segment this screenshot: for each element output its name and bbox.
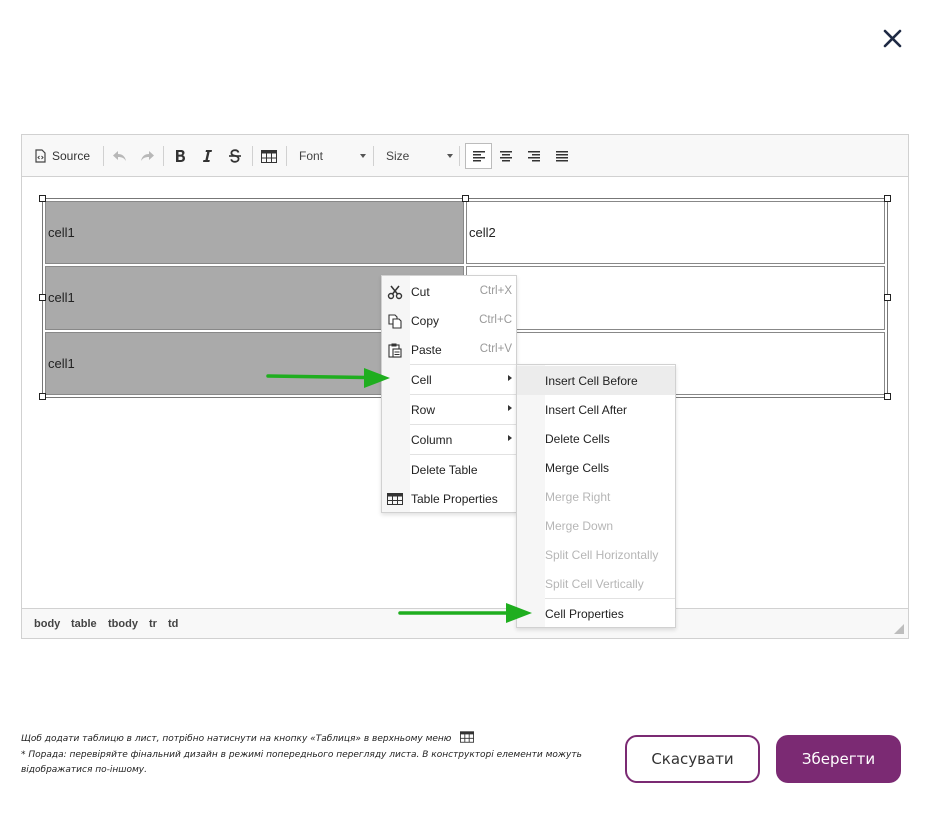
save-button[interactable]: Зберегти <box>776 735 901 783</box>
source-icon <box>35 149 46 163</box>
resize-handle[interactable] <box>39 195 46 202</box>
submenu-item-insert-cell-after[interactable]: Insert Cell After <box>517 395 675 424</box>
resize-handle[interactable] <box>39 393 46 400</box>
path-item-table[interactable]: table <box>71 618 97 630</box>
source-button[interactable]: Source <box>34 144 98 168</box>
justify-button[interactable] <box>550 144 574 168</box>
resize-handle[interactable] <box>884 294 891 301</box>
annotation-arrow-icon <box>398 603 532 623</box>
close-icon <box>883 29 902 48</box>
strikethrough-button[interactable] <box>223 144 247 168</box>
table-icon <box>460 731 475 743</box>
resize-grip-icon[interactable] <box>894 624 904 634</box>
path-item-body[interactable]: body <box>34 618 60 630</box>
menu-item-table-properties[interactable]: Table Properties <box>382 484 516 513</box>
font-select[interactable]: Font <box>299 144 369 168</box>
align-right-icon <box>528 151 540 162</box>
menu-item-column[interactable]: Column <box>382 425 516 454</box>
table-cell[interactable]: cell1 <box>45 201 464 265</box>
strikethrough-icon <box>229 149 241 163</box>
cancel-button[interactable]: Скасувати <box>625 735 760 783</box>
menu-item-cell[interactable]: Cell <box>382 365 516 394</box>
submenu-item-merge-right: Merge Right <box>545 490 611 504</box>
submenu-item-split-vertically: Split Cell Vertically <box>545 577 644 591</box>
size-select-label: Size <box>386 149 410 163</box>
menu-item-copy[interactable]: Copy Ctrl+C <box>382 306 516 335</box>
table-cell[interactable] <box>466 266 885 330</box>
submenu-item-merge-down: Merge Down <box>545 519 614 533</box>
chevron-down-icon <box>447 154 453 158</box>
path-item-tr[interactable]: tr <box>149 618 157 630</box>
menu-item-paste[interactable]: Paste Ctrl+V <box>382 335 516 364</box>
align-left-button[interactable] <box>465 143 492 169</box>
align-center-button[interactable] <box>494 144 518 168</box>
align-left-icon <box>472 151 485 162</box>
menu-item-row[interactable]: Row <box>382 395 516 424</box>
resize-handle[interactable] <box>884 195 891 202</box>
font-select-label: Font <box>299 149 324 163</box>
context-menu: Cut Ctrl+X Copy Ctrl+C Paste Ctrl+V Cell… <box>381 275 517 513</box>
chevron-right-icon <box>508 435 512 441</box>
undo-button[interactable] <box>108 144 132 168</box>
menu-item-delete-table[interactable]: Delete Table <box>382 455 516 484</box>
resize-handle[interactable] <box>39 294 46 301</box>
source-label: Source <box>52 149 91 163</box>
path-item-tbody[interactable]: tbody <box>108 618 138 630</box>
italic-button[interactable] <box>195 144 219 168</box>
copy-icon <box>388 314 402 329</box>
footer-note-tip: * Порада: перевіряйте фінальний дизайн в… <box>21 750 582 775</box>
table-cell[interactable]: cell2 <box>466 201 885 265</box>
redo-button[interactable] <box>135 144 159 168</box>
align-center-icon <box>500 151 512 162</box>
resize-handle[interactable] <box>884 393 891 400</box>
justify-icon <box>556 151 568 162</box>
bold-icon <box>176 150 185 162</box>
undo-icon <box>113 151 126 161</box>
scissors-icon <box>387 285 403 300</box>
size-select[interactable]: Size <box>386 144 456 168</box>
submenu-item-merge-cells[interactable]: Merge Cells <box>517 453 675 482</box>
paste-icon <box>388 343 402 358</box>
cell-submenu: Insert Cell Before Insert Cell After Del… <box>516 364 676 628</box>
table-icon <box>387 493 403 505</box>
table-row: cell1 cell2 <box>45 201 885 265</box>
menu-item-cut[interactable]: Cut Ctrl+X <box>382 277 516 306</box>
resize-handle[interactable] <box>462 195 469 202</box>
align-right-button[interactable] <box>522 144 546 168</box>
submenu-item-cell-properties[interactable]: Cell Properties <box>517 599 675 628</box>
italic-icon <box>203 150 212 162</box>
path-item-td[interactable]: td <box>168 618 178 630</box>
submenu-item-delete-cells[interactable]: Delete Cells <box>517 424 675 453</box>
submenu-item-split-horizontally: Split Cell Horizontally <box>545 548 659 562</box>
table-button[interactable] <box>257 144 281 168</box>
chevron-right-icon <box>508 405 512 411</box>
submenu-item-insert-cell-before[interactable]: Insert Cell Before <box>517 366 675 395</box>
footer-note-table-hint: Щоб додати таблицю в лист, потрібно нати… <box>21 731 475 747</box>
annotation-arrow-icon <box>266 368 390 388</box>
close-button[interactable] <box>878 24 908 54</box>
editor-toolbar: Source Font Size <box>22 135 908 177</box>
bold-button[interactable] <box>168 144 192 168</box>
redo-icon <box>141 151 154 161</box>
chevron-right-icon <box>508 375 512 381</box>
table-icon <box>261 149 277 163</box>
chevron-down-icon <box>360 154 366 158</box>
